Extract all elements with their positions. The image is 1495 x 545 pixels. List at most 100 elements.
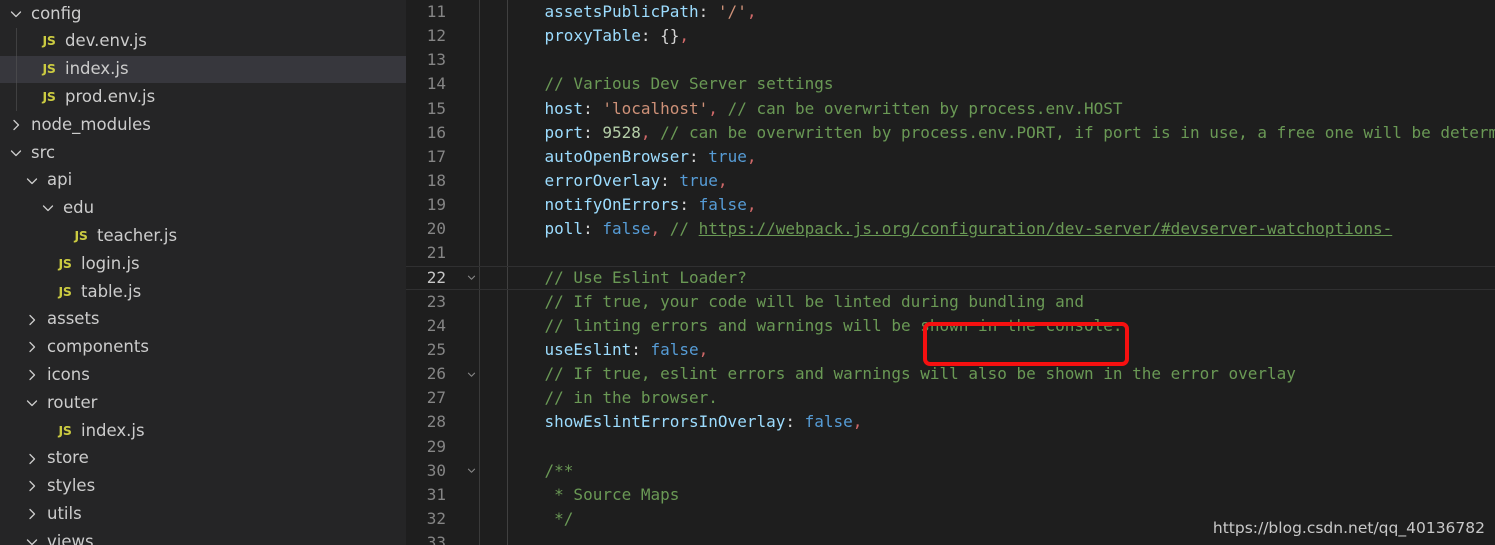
fold-chevron-icon[interactable] <box>458 465 484 477</box>
chevron-down-icon[interactable] <box>24 395 40 411</box>
code-line[interactable]: 24 // linting errors and warnings will b… <box>406 314 1495 338</box>
code-line[interactable]: 18 errorOverlay: true, <box>406 169 1495 193</box>
code-line[interactable]: 19 notifyOnErrors: false, <box>406 193 1495 217</box>
tree-indent-guide <box>16 27 17 112</box>
chevron-right-icon[interactable] <box>24 451 40 467</box>
tree-folder-src[interactable]: src <box>0 139 406 167</box>
code-token: */ <box>506 509 574 529</box>
code-line[interactable]: 29 <box>406 435 1495 459</box>
chevron-right-icon[interactable] <box>24 312 40 328</box>
code-token: true <box>708 146 747 166</box>
tree-item-label: icons <box>47 365 90 384</box>
code-text: showEslintErrorsInOverlay: false, <box>484 414 863 430</box>
code-token: // If true, your code will be linted dur… <box>506 291 1084 311</box>
tree-folder-styles[interactable]: styles <box>0 473 406 501</box>
chevron-down-icon[interactable] <box>40 200 56 216</box>
tree-file-table-js[interactable]: JS table.js <box>0 278 406 306</box>
code-line[interactable]: 17 autoOpenBrowser: true, <box>406 145 1495 169</box>
code-line[interactable]: 23 // If true, your code will be linted … <box>406 290 1495 314</box>
chevron-down-icon[interactable] <box>24 173 40 189</box>
line-number: 26 <box>426 364 446 384</box>
tree-folder-views[interactable]: views <box>0 528 406 545</box>
code-text: // Various Dev Server settings <box>484 76 834 92</box>
code-line[interactable]: 27 // in the browser. <box>406 386 1495 410</box>
tree-item-label: table.js <box>81 281 142 301</box>
tree-file-login-js[interactable]: JS login.js <box>0 250 406 278</box>
code-token: 'localhost' <box>602 98 709 118</box>
file-explorer-sidebar: config JS dev.env.js JS index.js JS prod.env.j… <box>0 0 406 545</box>
code-token: // If true, eslint errors and warnings w… <box>506 364 1296 384</box>
code-token: // Use Eslint Loader? <box>506 267 747 287</box>
code-line[interactable]: 13 <box>406 48 1495 72</box>
tree-item-label: src <box>31 142 56 162</box>
tree-file-prod-env-js[interactable]: JS prod.env.js <box>0 83 406 111</box>
tree-folder-node-modules[interactable]: node_modules <box>0 111 406 139</box>
fold-chevron-icon[interactable] <box>458 368 484 380</box>
code-text: // linting errors and warnings will be s… <box>484 315 1123 335</box>
line-number: 29 <box>426 436 446 456</box>
code-line[interactable]: 30 /** <box>406 459 1495 483</box>
code-token: , <box>698 340 709 360</box>
code-editor-pane[interactable]: 11 assetsPublicPath: '/', 12 proxyTable: … <box>406 0 1495 545</box>
code-token: // linting errors and warnings will be s… <box>506 315 1123 335</box>
js-file-icon: JS <box>42 61 56 77</box>
tree-folder-assets[interactable]: assets <box>0 306 406 334</box>
code-line[interactable]: 15 host: 'localhost', // can be overwrit… <box>406 97 1495 121</box>
tree-item-label: styles <box>47 476 96 496</box>
code-token: /** <box>506 460 574 480</box>
code-token: true <box>679 171 718 191</box>
code-text: * Source Maps <box>484 486 679 503</box>
tree-folder-icons[interactable]: icons <box>0 361 406 389</box>
code-text: errorOverlay: true, <box>484 173 728 189</box>
chevron-right-icon[interactable] <box>8 117 24 133</box>
chevron-right-icon[interactable] <box>24 339 40 355</box>
chevron-down-icon[interactable] <box>8 145 24 161</box>
code-line[interactable]: 21 <box>406 241 1495 265</box>
code-text: poll: false, // https://webpack.js.org/c… <box>484 221 1393 237</box>
chevron-right-icon[interactable] <box>24 506 40 522</box>
line-number: 13 <box>426 50 446 70</box>
tree-folder-router[interactable]: router <box>0 389 406 417</box>
code-token: : <box>583 122 603 142</box>
chevron-down-icon[interactable] <box>8 6 24 22</box>
code-token: : <box>660 171 680 191</box>
tree-item-label: router <box>47 392 98 412</box>
chevron-right-icon[interactable] <box>24 367 40 383</box>
tree-folder-edu[interactable]: edu <box>0 195 406 223</box>
tree-file-index-js[interactable]: JS index.js <box>0 55 406 84</box>
code-line[interactable]: 31 * Source Maps <box>406 483 1495 507</box>
line-number: 11 <box>426 2 446 22</box>
tree-file-index-js[interactable]: JS index.js <box>0 417 406 445</box>
code-line[interactable]: 28 showEslintErrorsInOverlay: false, <box>406 410 1495 434</box>
chevron-down-icon[interactable] <box>24 534 40 545</box>
code-line[interactable]: 12 proxyTable: {}, <box>406 24 1495 48</box>
tree-item-label: index.js <box>65 59 129 79</box>
chevron-right-icon[interactable] <box>24 478 40 494</box>
line-number: 22 <box>426 267 446 287</box>
tree-file-teacher-js[interactable]: JS teacher.js <box>0 222 406 250</box>
code-text: /** <box>484 460 574 480</box>
code-text: proxyTable: {}, <box>484 28 690 44</box>
tree-folder-components[interactable]: components <box>0 334 406 362</box>
tree-folder-utils[interactable]: utils <box>0 500 406 528</box>
code-token: // Various Dev Server settings <box>506 74 834 94</box>
tree-folder-api[interactable]: api <box>0 167 406 195</box>
line-number: 31 <box>426 484 446 504</box>
fold-chevron-icon[interactable] <box>458 272 484 284</box>
code-line[interactable]: 26 // If true, eslint errors and warning… <box>406 362 1495 386</box>
tree-folder-store[interactable]: store <box>0 445 406 473</box>
code-text: notifyOnErrors: false, <box>484 197 757 213</box>
code-line[interactable]: 22 // Use Eslint Loader? <box>406 265 1495 290</box>
code-line[interactable]: 25 useEslint: false, <box>406 338 1495 362</box>
code-line[interactable]: 20 poll: false, // https://webpack.js.or… <box>406 217 1495 241</box>
code-line[interactable]: 14 // Various Dev Server settings <box>406 72 1495 96</box>
code-line[interactable]: 11 assetsPublicPath: '/', <box>406 0 1495 24</box>
tree-item-label: views <box>47 531 94 545</box>
tree-folder-config[interactable]: config <box>0 0 406 28</box>
code-lines[interactable]: 11 assetsPublicPath: '/', 12 proxyTable: … <box>406 0 1495 545</box>
code-token: false <box>650 340 699 360</box>
js-file-icon: JS <box>42 89 56 105</box>
line-number: 14 <box>426 74 446 94</box>
tree-file-dev-env-js[interactable]: JS dev.env.js <box>0 28 406 56</box>
code-line[interactable]: 16 port: 9528, // can be overwritten by … <box>406 121 1495 145</box>
